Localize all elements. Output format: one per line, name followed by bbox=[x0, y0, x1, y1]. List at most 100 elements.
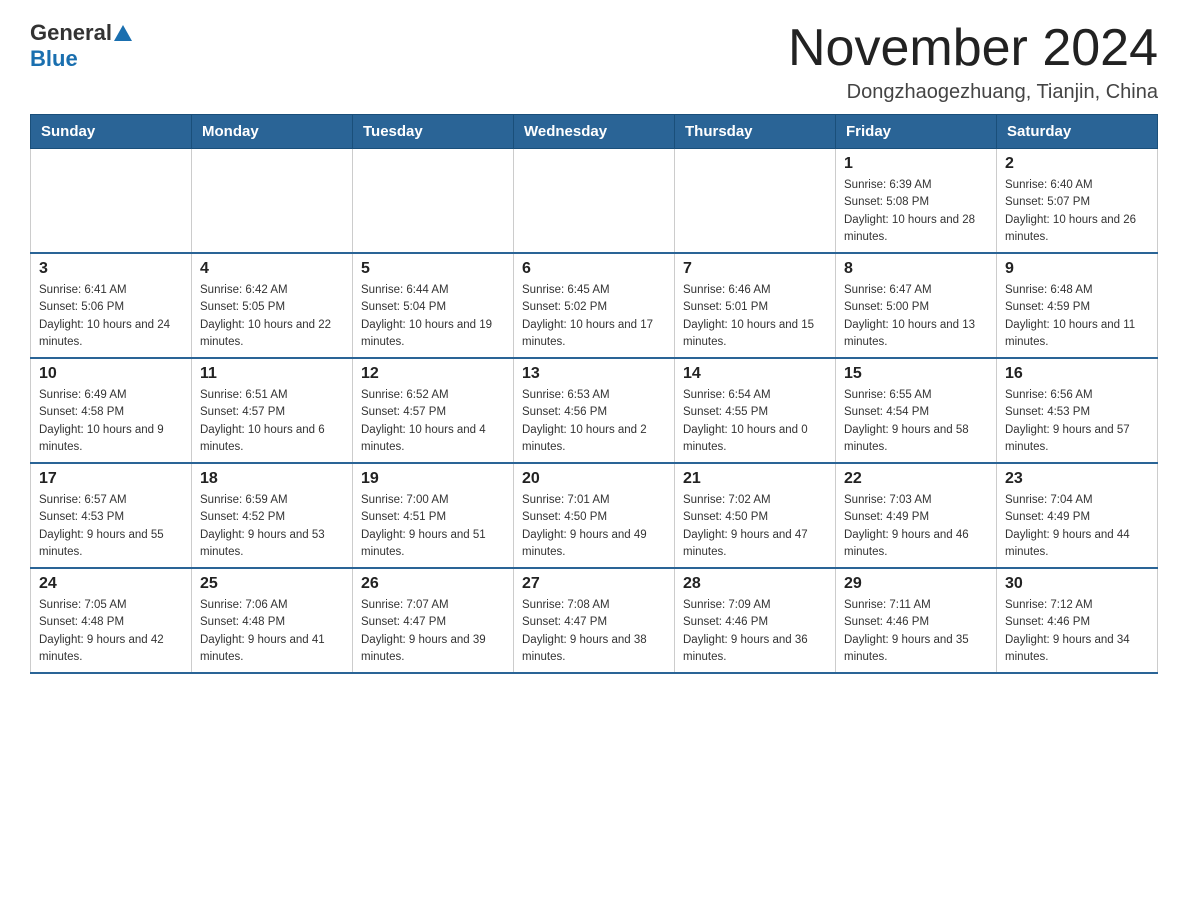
day-number: 24 bbox=[39, 575, 183, 593]
day-cell: 1 Sunrise: 6:39 AMSunset: 5:08 PMDaylight… bbox=[836, 149, 997, 254]
day-cell: 22Sunrise: 7:03 AMSunset: 4:49 PMDayligh… bbox=[836, 463, 997, 568]
day-info: Sunrise: 6:44 AMSunset: 5:04 PMDaylight:… bbox=[361, 282, 505, 351]
day-info: Sunrise: 7:06 AMSunset: 4:48 PMDaylight:… bbox=[200, 597, 344, 666]
day-cell: 23 Sunrise: 7:04 AMSunset: 4:49 PMDayligh… bbox=[997, 463, 1158, 568]
logo-blue: Blue bbox=[30, 46, 78, 72]
logo: General Blue bbox=[30, 20, 132, 72]
day-info: Sunrise: 6:46 AMSunset: 5:01 PMDaylight:… bbox=[683, 282, 827, 351]
day-number: 30 bbox=[1005, 575, 1149, 593]
day-info: Sunrise: 6:57 AMSunset: 4:53 PMDaylight:… bbox=[39, 492, 183, 561]
day-info: Sunrise: 7:07 AMSunset: 4:47 PMDaylight:… bbox=[361, 597, 505, 666]
day-number: 5 bbox=[361, 260, 505, 278]
day-info: Sunrise: 6:54 AMSunset: 4:55 PMDaylight:… bbox=[683, 387, 827, 456]
day-info: Sunrise: 6:52 AMSunset: 4:57 PMDaylight:… bbox=[361, 387, 505, 456]
day-info: Sunrise: 6:47 AMSunset: 5:00 PMDaylight:… bbox=[844, 282, 988, 351]
day-info: Sunrise: 7:11 AMSunset: 4:46 PMDaylight:… bbox=[844, 597, 988, 666]
day-cell: 8 Sunrise: 6:47 AMSunset: 5:00 PMDaylight… bbox=[836, 253, 997, 358]
location-subtitle: Dongzhaogezhuang, Tianjin, China bbox=[788, 81, 1158, 104]
day-number: 22 bbox=[844, 470, 988, 488]
day-cell: 4 Sunrise: 6:42 AMSunset: 5:05 PMDaylight… bbox=[192, 253, 353, 358]
day-cell: 12Sunrise: 6:52 AMSunset: 4:57 PMDayligh… bbox=[353, 358, 514, 463]
day-number: 29 bbox=[844, 575, 988, 593]
day-cell: 18Sunrise: 6:59 AMSunset: 4:52 PMDayligh… bbox=[192, 463, 353, 568]
day-number: 13 bbox=[522, 365, 666, 383]
day-number: 2 bbox=[1005, 155, 1149, 173]
day-cell: 2 Sunrise: 6:40 AMSunset: 5:07 PMDaylight… bbox=[997, 149, 1158, 254]
day-info: Sunrise: 7:09 AMSunset: 4:46 PMDaylight:… bbox=[683, 597, 827, 666]
month-title: November 2024 bbox=[788, 20, 1158, 77]
day-info: Sunrise: 6:45 AMSunset: 5:02 PMDaylight:… bbox=[522, 282, 666, 351]
day-number: 4 bbox=[200, 260, 344, 278]
day-number: 15 bbox=[844, 365, 988, 383]
day-info: Sunrise: 6:40 AMSunset: 5:07 PMDaylight:… bbox=[1005, 177, 1149, 246]
day-cell: 26 Sunrise: 7:07 AMSunset: 4:47 PMDayligh… bbox=[353, 568, 514, 673]
header-sunday: Sunday bbox=[31, 115, 192, 149]
week-row-5: 24 Sunrise: 7:05 AMSunset: 4:48 PMDayligh… bbox=[31, 568, 1158, 673]
day-cell bbox=[31, 149, 192, 254]
day-number: 23 bbox=[1005, 470, 1149, 488]
day-number: 28 bbox=[683, 575, 827, 593]
day-info: Sunrise: 6:49 AMSunset: 4:58 PMDaylight:… bbox=[39, 387, 183, 456]
calendar-header: SundayMondayTuesdayWednesdayThursdayFrid… bbox=[31, 115, 1158, 149]
day-info: Sunrise: 6:53 AMSunset: 4:56 PMDaylight:… bbox=[522, 387, 666, 456]
day-cell: 10 Sunrise: 6:49 AMSunset: 4:58 PMDayligh… bbox=[31, 358, 192, 463]
day-number: 7 bbox=[683, 260, 827, 278]
header-thursday: Thursday bbox=[675, 115, 836, 149]
logo-general: General bbox=[30, 20, 112, 46]
day-number: 9 bbox=[1005, 260, 1149, 278]
day-cell: 21Sunrise: 7:02 AMSunset: 4:50 PMDayligh… bbox=[675, 463, 836, 568]
day-number: 25 bbox=[200, 575, 344, 593]
day-cell: 24 Sunrise: 7:05 AMSunset: 4:48 PMDayligh… bbox=[31, 568, 192, 673]
logo-triangle-icon bbox=[114, 25, 132, 41]
day-number: 26 bbox=[361, 575, 505, 593]
day-cell: 20Sunrise: 7:01 AMSunset: 4:50 PMDayligh… bbox=[514, 463, 675, 568]
day-number: 19 bbox=[361, 470, 505, 488]
day-cell bbox=[353, 149, 514, 254]
day-cell: 14Sunrise: 6:54 AMSunset: 4:55 PMDayligh… bbox=[675, 358, 836, 463]
header-row: SundayMondayTuesdayWednesdayThursdayFrid… bbox=[31, 115, 1158, 149]
day-info: Sunrise: 7:04 AMSunset: 4:49 PMDaylight:… bbox=[1005, 492, 1149, 561]
day-info: Sunrise: 6:51 AMSunset: 4:57 PMDaylight:… bbox=[200, 387, 344, 456]
day-cell: 6 Sunrise: 6:45 AMSunset: 5:02 PMDaylight… bbox=[514, 253, 675, 358]
day-cell: 29 Sunrise: 7:11 AMSunset: 4:46 PMDayligh… bbox=[836, 568, 997, 673]
title-block: November 2024 Dongzhaogezhuang, Tianjin,… bbox=[788, 20, 1158, 104]
day-cell: 19Sunrise: 7:00 AMSunset: 4:51 PMDayligh… bbox=[353, 463, 514, 568]
day-cell bbox=[514, 149, 675, 254]
week-row-2: 3Sunrise: 6:41 AMSunset: 5:06 PMDaylight… bbox=[31, 253, 1158, 358]
day-cell: 25 Sunrise: 7:06 AMSunset: 4:48 PMDayligh… bbox=[192, 568, 353, 673]
day-cell: 17 Sunrise: 6:57 AMSunset: 4:53 PMDayligh… bbox=[31, 463, 192, 568]
day-number: 8 bbox=[844, 260, 988, 278]
page-header: General Blue November 2024 Dongzhaogezhu… bbox=[30, 20, 1158, 104]
header-friday: Friday bbox=[836, 115, 997, 149]
day-number: 21 bbox=[683, 470, 827, 488]
header-saturday: Saturday bbox=[997, 115, 1158, 149]
day-info: Sunrise: 7:12 AMSunset: 4:46 PMDaylight:… bbox=[1005, 597, 1149, 666]
header-wednesday: Wednesday bbox=[514, 115, 675, 149]
day-number: 6 bbox=[522, 260, 666, 278]
day-cell: 5 Sunrise: 6:44 AMSunset: 5:04 PMDaylight… bbox=[353, 253, 514, 358]
day-cell: 27Sunrise: 7:08 AMSunset: 4:47 PMDayligh… bbox=[514, 568, 675, 673]
day-number: 16 bbox=[1005, 365, 1149, 383]
calendar-body: 1 Sunrise: 6:39 AMSunset: 5:08 PMDaylight… bbox=[31, 149, 1158, 674]
day-info: Sunrise: 7:05 AMSunset: 4:48 PMDaylight:… bbox=[39, 597, 183, 666]
day-cell: 7 Sunrise: 6:46 AMSunset: 5:01 PMDaylight… bbox=[675, 253, 836, 358]
day-cell: 3Sunrise: 6:41 AMSunset: 5:06 PMDaylight… bbox=[31, 253, 192, 358]
day-number: 17 bbox=[39, 470, 183, 488]
day-number: 10 bbox=[39, 365, 183, 383]
day-cell: 30 Sunrise: 7:12 AMSunset: 4:46 PMDayligh… bbox=[997, 568, 1158, 673]
header-monday: Monday bbox=[192, 115, 353, 149]
day-info: Sunrise: 6:42 AMSunset: 5:05 PMDaylight:… bbox=[200, 282, 344, 351]
day-number: 11 bbox=[200, 365, 344, 383]
day-info: Sunrise: 7:01 AMSunset: 4:50 PMDaylight:… bbox=[522, 492, 666, 561]
logo-text: General Blue bbox=[30, 20, 132, 72]
day-number: 1 bbox=[844, 155, 988, 173]
day-info: Sunrise: 6:48 AMSunset: 4:59 PMDaylight:… bbox=[1005, 282, 1149, 351]
week-row-3: 10 Sunrise: 6:49 AMSunset: 4:58 PMDayligh… bbox=[31, 358, 1158, 463]
day-cell bbox=[675, 149, 836, 254]
day-number: 3 bbox=[39, 260, 183, 278]
day-cell: 13 Sunrise: 6:53 AMSunset: 4:56 PMDayligh… bbox=[514, 358, 675, 463]
day-info: Sunrise: 6:39 AMSunset: 5:08 PMDaylight:… bbox=[844, 177, 988, 246]
day-info: Sunrise: 6:56 AMSunset: 4:53 PMDaylight:… bbox=[1005, 387, 1149, 456]
day-cell: 11 Sunrise: 6:51 AMSunset: 4:57 PMDayligh… bbox=[192, 358, 353, 463]
day-cell: 28 Sunrise: 7:09 AMSunset: 4:46 PMDayligh… bbox=[675, 568, 836, 673]
